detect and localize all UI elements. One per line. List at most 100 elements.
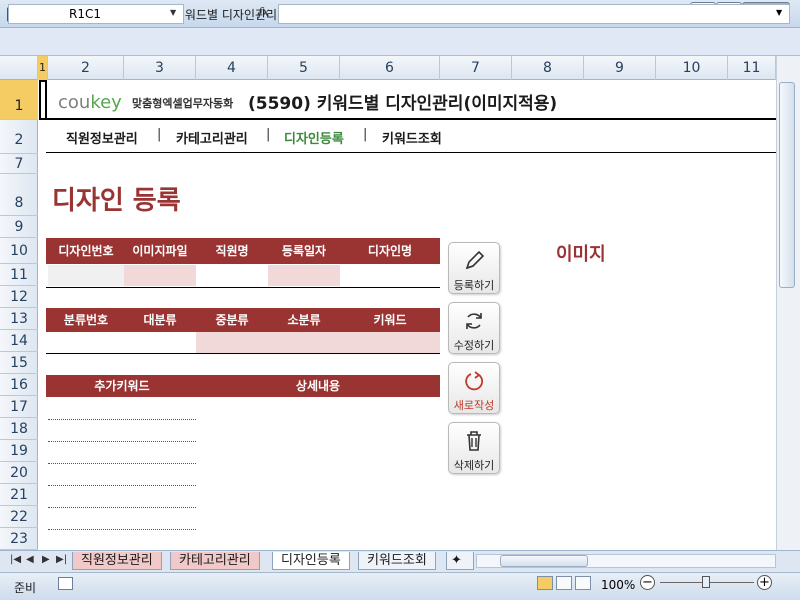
design-name-input[interactable]	[340, 265, 440, 286]
row-header[interactable]: 19	[0, 440, 38, 462]
extra-keyword-row[interactable]	[48, 441, 196, 442]
nav-keyword-search[interactable]: 키워드조회	[382, 128, 442, 147]
column-header[interactable]: 4	[196, 56, 268, 80]
zoom-out-icon[interactable]: −	[640, 575, 655, 590]
row-header[interactable]: 21	[0, 484, 38, 506]
row-header[interactable]: 8	[0, 174, 38, 216]
row-header[interactable]: 9	[0, 216, 38, 238]
pencil-icon	[465, 250, 485, 270]
logo-subtitle: 맞춤형엑셀업무자동화	[132, 97, 234, 110]
row-header[interactable]: 12	[0, 286, 38, 308]
header-image-file: 이미지파일	[132, 244, 188, 258]
reset-icon	[465, 371, 484, 391]
column-header[interactable]: 11	[728, 56, 776, 80]
nav-separator: |	[266, 127, 271, 142]
coukey-logo: coukey	[58, 92, 122, 113]
tab-design-register[interactable]: 디자인등록	[272, 552, 350, 570]
header-employee-name: 직원명	[215, 244, 249, 258]
delete-button[interactable]: 삭제하기	[448, 422, 500, 474]
page-break-button[interactable]	[575, 576, 591, 590]
name-box[interactable]: R1C1	[8, 4, 184, 24]
header-extra-keyword: 추가키워드	[94, 379, 150, 393]
extra-keyword-row[interactable]	[48, 419, 196, 420]
extra-keyword-row[interactable]	[48, 463, 196, 464]
extra-keyword-row[interactable]	[48, 507, 196, 508]
macro-record-icon[interactable]	[58, 577, 73, 590]
column-header[interactable]: 8	[512, 56, 584, 80]
nav-design-register[interactable]: 디자인등록	[284, 128, 344, 147]
chevron-down-icon[interactable]: ▼	[776, 8, 782, 17]
column-header[interactable]: 6	[340, 56, 440, 80]
formula-bar	[0, 28, 800, 56]
column-header[interactable]: 5	[268, 56, 340, 80]
tab-keyword-search[interactable]: 키워드조회	[358, 552, 436, 570]
extra-keyword-row[interactable]	[48, 485, 196, 486]
register-button[interactable]: 등록하기	[448, 242, 500, 294]
nav-separator: |	[157, 127, 162, 142]
modify-button[interactable]: 수정하기	[448, 302, 500, 354]
selected-cell[interactable]	[39, 80, 47, 120]
status-mode: 준비	[14, 581, 37, 595]
new-button-label: 새로작성	[453, 399, 495, 412]
last-sheet-icon[interactable]: ▶|	[56, 554, 67, 565]
select-all-corner[interactable]	[0, 56, 38, 80]
page-layout-button[interactable]	[556, 576, 572, 590]
register-date-input[interactable]	[268, 265, 340, 286]
modify-button-label: 수정하기	[453, 339, 495, 352]
design-number-input[interactable]	[48, 265, 124, 286]
next-sheet-icon[interactable]: ▶	[42, 554, 50, 565]
normal-view-button[interactable]	[537, 576, 553, 590]
row-header[interactable]: 22	[0, 506, 38, 528]
column-header[interactable]: 10	[656, 56, 728, 80]
tab-category[interactable]: 카테고리관리	[170, 552, 260, 570]
refresh-icon	[466, 313, 482, 329]
column-header[interactable]: 2	[48, 56, 124, 80]
zoom-slider-thumb[interactable]	[702, 576, 710, 588]
row-header[interactable]: 20	[0, 462, 38, 484]
row-header[interactable]: 13	[0, 308, 38, 330]
chevron-down-icon[interactable]: ▼	[170, 8, 176, 17]
row-header[interactable]: 23	[0, 528, 38, 550]
insert-sheet-icon[interactable]: ✦	[446, 552, 474, 570]
column-header[interactable]: 7	[440, 56, 512, 80]
row-header[interactable]: 18	[0, 418, 38, 440]
register-button-label: 등록하기	[453, 279, 495, 292]
prev-sheet-icon[interactable]: ◀	[26, 554, 34, 565]
new-button[interactable]: 새로작성	[448, 362, 500, 414]
employee-name-input[interactable]	[196, 265, 268, 286]
nav-employee-info[interactable]: 직원정보관리	[66, 128, 138, 147]
class-keyword-input[interactable]	[196, 332, 440, 353]
tab-employee-info[interactable]: 직원정보관리	[72, 552, 162, 570]
class-number-input[interactable]	[48, 332, 124, 353]
row-header[interactable]: 1	[0, 80, 38, 120]
column-header[interactable]: 1	[38, 56, 48, 80]
row-header[interactable]: 17	[0, 396, 38, 418]
formula-input[interactable]	[278, 4, 790, 24]
extra-keyword-row[interactable]	[48, 529, 196, 530]
row-header[interactable]: 16	[0, 374, 38, 396]
page-title: 디자인 등록	[52, 186, 181, 216]
column-header[interactable]: 3	[124, 56, 196, 80]
first-sheet-icon[interactable]: |◀	[10, 554, 21, 565]
major-class-input[interactable]	[124, 332, 196, 353]
zoom-in-icon[interactable]: +	[757, 575, 772, 590]
column-header[interactable]: 9	[584, 56, 656, 80]
row-header[interactable]: 10	[0, 238, 38, 264]
nav-category[interactable]: 카테고리관리	[176, 128, 248, 147]
header-class-number: 분류번호	[63, 313, 109, 327]
zoom-level[interactable]: 100%	[601, 578, 635, 592]
row-header[interactable]: 7	[0, 154, 38, 174]
row-header[interactable]: 11	[0, 264, 38, 286]
scrollbar-thumb[interactable]	[779, 82, 795, 288]
row-header[interactable]: 14	[0, 330, 38, 352]
divider	[46, 287, 440, 288]
header-design-name: 디자인명	[367, 244, 413, 258]
image-file-input[interactable]	[124, 265, 196, 286]
header-keyword: 키워드	[373, 313, 407, 327]
function-icon[interactable]: fx	[258, 5, 269, 19]
row-header[interactable]: 2	[0, 120, 38, 154]
row-header[interactable]: 15	[0, 352, 38, 374]
header-major-class: 대분류	[143, 313, 177, 327]
scrollbar-thumb[interactable]	[500, 555, 588, 567]
header-register-date: 등록일자	[281, 244, 327, 258]
